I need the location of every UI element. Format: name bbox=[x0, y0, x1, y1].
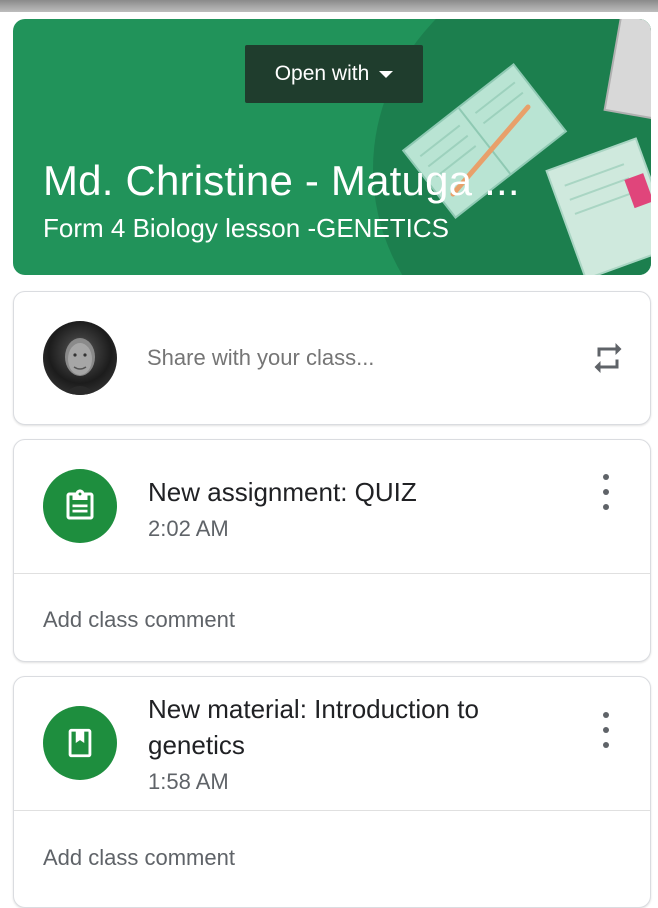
caret-down-icon bbox=[379, 70, 394, 78]
divider bbox=[14, 573, 650, 574]
add-class-comment[interactable]: Add class comment bbox=[43, 845, 235, 871]
assignment-icon bbox=[43, 469, 117, 543]
avatar-portrait bbox=[63, 338, 97, 395]
share-card[interactable]: Share with your class... bbox=[13, 291, 651, 425]
class-banner: Open with Md. Christine - Matuga ... For… bbox=[13, 19, 651, 275]
post-card[interactable]: New material: Introduction to genetics 1… bbox=[13, 676, 651, 908]
more-options-icon[interactable] bbox=[596, 710, 616, 750]
material-icon bbox=[43, 706, 117, 780]
user-avatar bbox=[43, 321, 117, 395]
post-title[interactable]: New material: Introduction to genetics bbox=[148, 691, 548, 763]
open-with-label: Open with bbox=[274, 62, 370, 85]
more-options-icon[interactable] bbox=[596, 472, 616, 512]
post-card[interactable]: New assignment: QUIZ 2:02 AM Add class c… bbox=[13, 439, 651, 662]
post-time: 2:02 AM bbox=[148, 516, 229, 541]
repost-icon[interactable] bbox=[590, 340, 626, 376]
class-subtitle: Form 4 Biology lesson -GENETICS bbox=[43, 213, 450, 243]
open-with-button[interactable]: Open with bbox=[245, 45, 423, 103]
share-input[interactable]: Share with your class... bbox=[147, 345, 374, 371]
add-class-comment[interactable]: Add class comment bbox=[43, 607, 235, 633]
divider bbox=[14, 810, 650, 811]
status-shade bbox=[0, 0, 658, 12]
post-title[interactable]: New assignment: QUIZ bbox=[148, 474, 548, 510]
class-title: Md. Christine - Matuga ... bbox=[43, 157, 520, 204]
post-time: 1:58 AM bbox=[148, 769, 229, 794]
